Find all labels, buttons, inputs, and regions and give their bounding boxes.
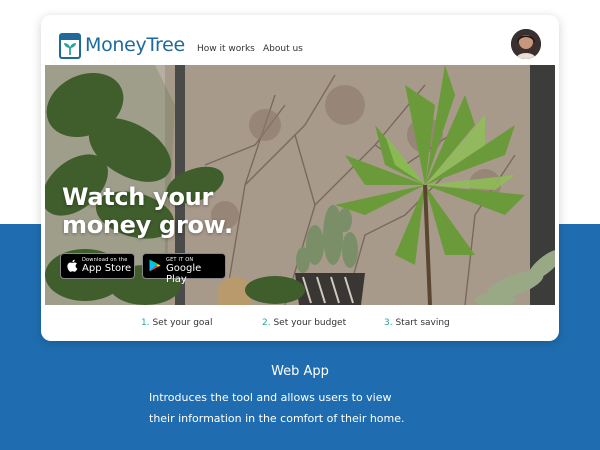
step-3-number: 3.: [384, 318, 393, 328]
web-app-mockup-card: MoneyTree How it works About us Watch yo…: [41, 15, 559, 341]
caption-title: Web App: [271, 364, 329, 379]
hero-headline-line-1: Watch your: [62, 183, 214, 211]
caption-body: Introduces the tool and allows users to …: [149, 387, 469, 429]
nav-link-how-it-works[interactable]: How it works: [197, 44, 255, 54]
step-1: 1. Set your goal: [141, 318, 212, 328]
brand-wordmark[interactable]: MoneyTree: [85, 34, 185, 56]
google-play-button[interactable]: GET IT ON Google Play: [142, 253, 226, 285]
app-store-label: App Store: [82, 263, 132, 274]
step-3: 3. Start saving: [384, 318, 450, 328]
caption-line-2: their information in the comfort of thei…: [149, 412, 405, 425]
google-play-label: Google Play: [166, 263, 202, 285]
google-play-icon: [149, 259, 161, 272]
step-3-label: Start saving: [395, 318, 450, 328]
step-2-number: 2.: [262, 318, 271, 328]
step-1-number: 1.: [141, 318, 150, 328]
hero-headline-line-2: money grow.: [62, 211, 233, 239]
app-store-button[interactable]: Download on the App Store: [60, 253, 135, 279]
apple-logo-icon: [67, 259, 78, 272]
step-1-label: Set your goal: [152, 318, 213, 328]
sprout-jar-icon: [59, 33, 81, 59]
step-2: 2. Set your budget: [262, 318, 346, 328]
caption-line-1: Introduces the tool and allows users to …: [149, 391, 392, 404]
step-2-label: Set your budget: [273, 318, 347, 328]
hero-headline: Watch your money grow.: [62, 183, 233, 239]
nav-link-about-us[interactable]: About us: [263, 44, 303, 54]
avatar[interactable]: [511, 29, 541, 59]
steps-bar: 1. Set your goal 2. Set your budget 3. S…: [41, 318, 559, 334]
top-nav: MoneyTree How it works About us: [41, 15, 559, 65]
